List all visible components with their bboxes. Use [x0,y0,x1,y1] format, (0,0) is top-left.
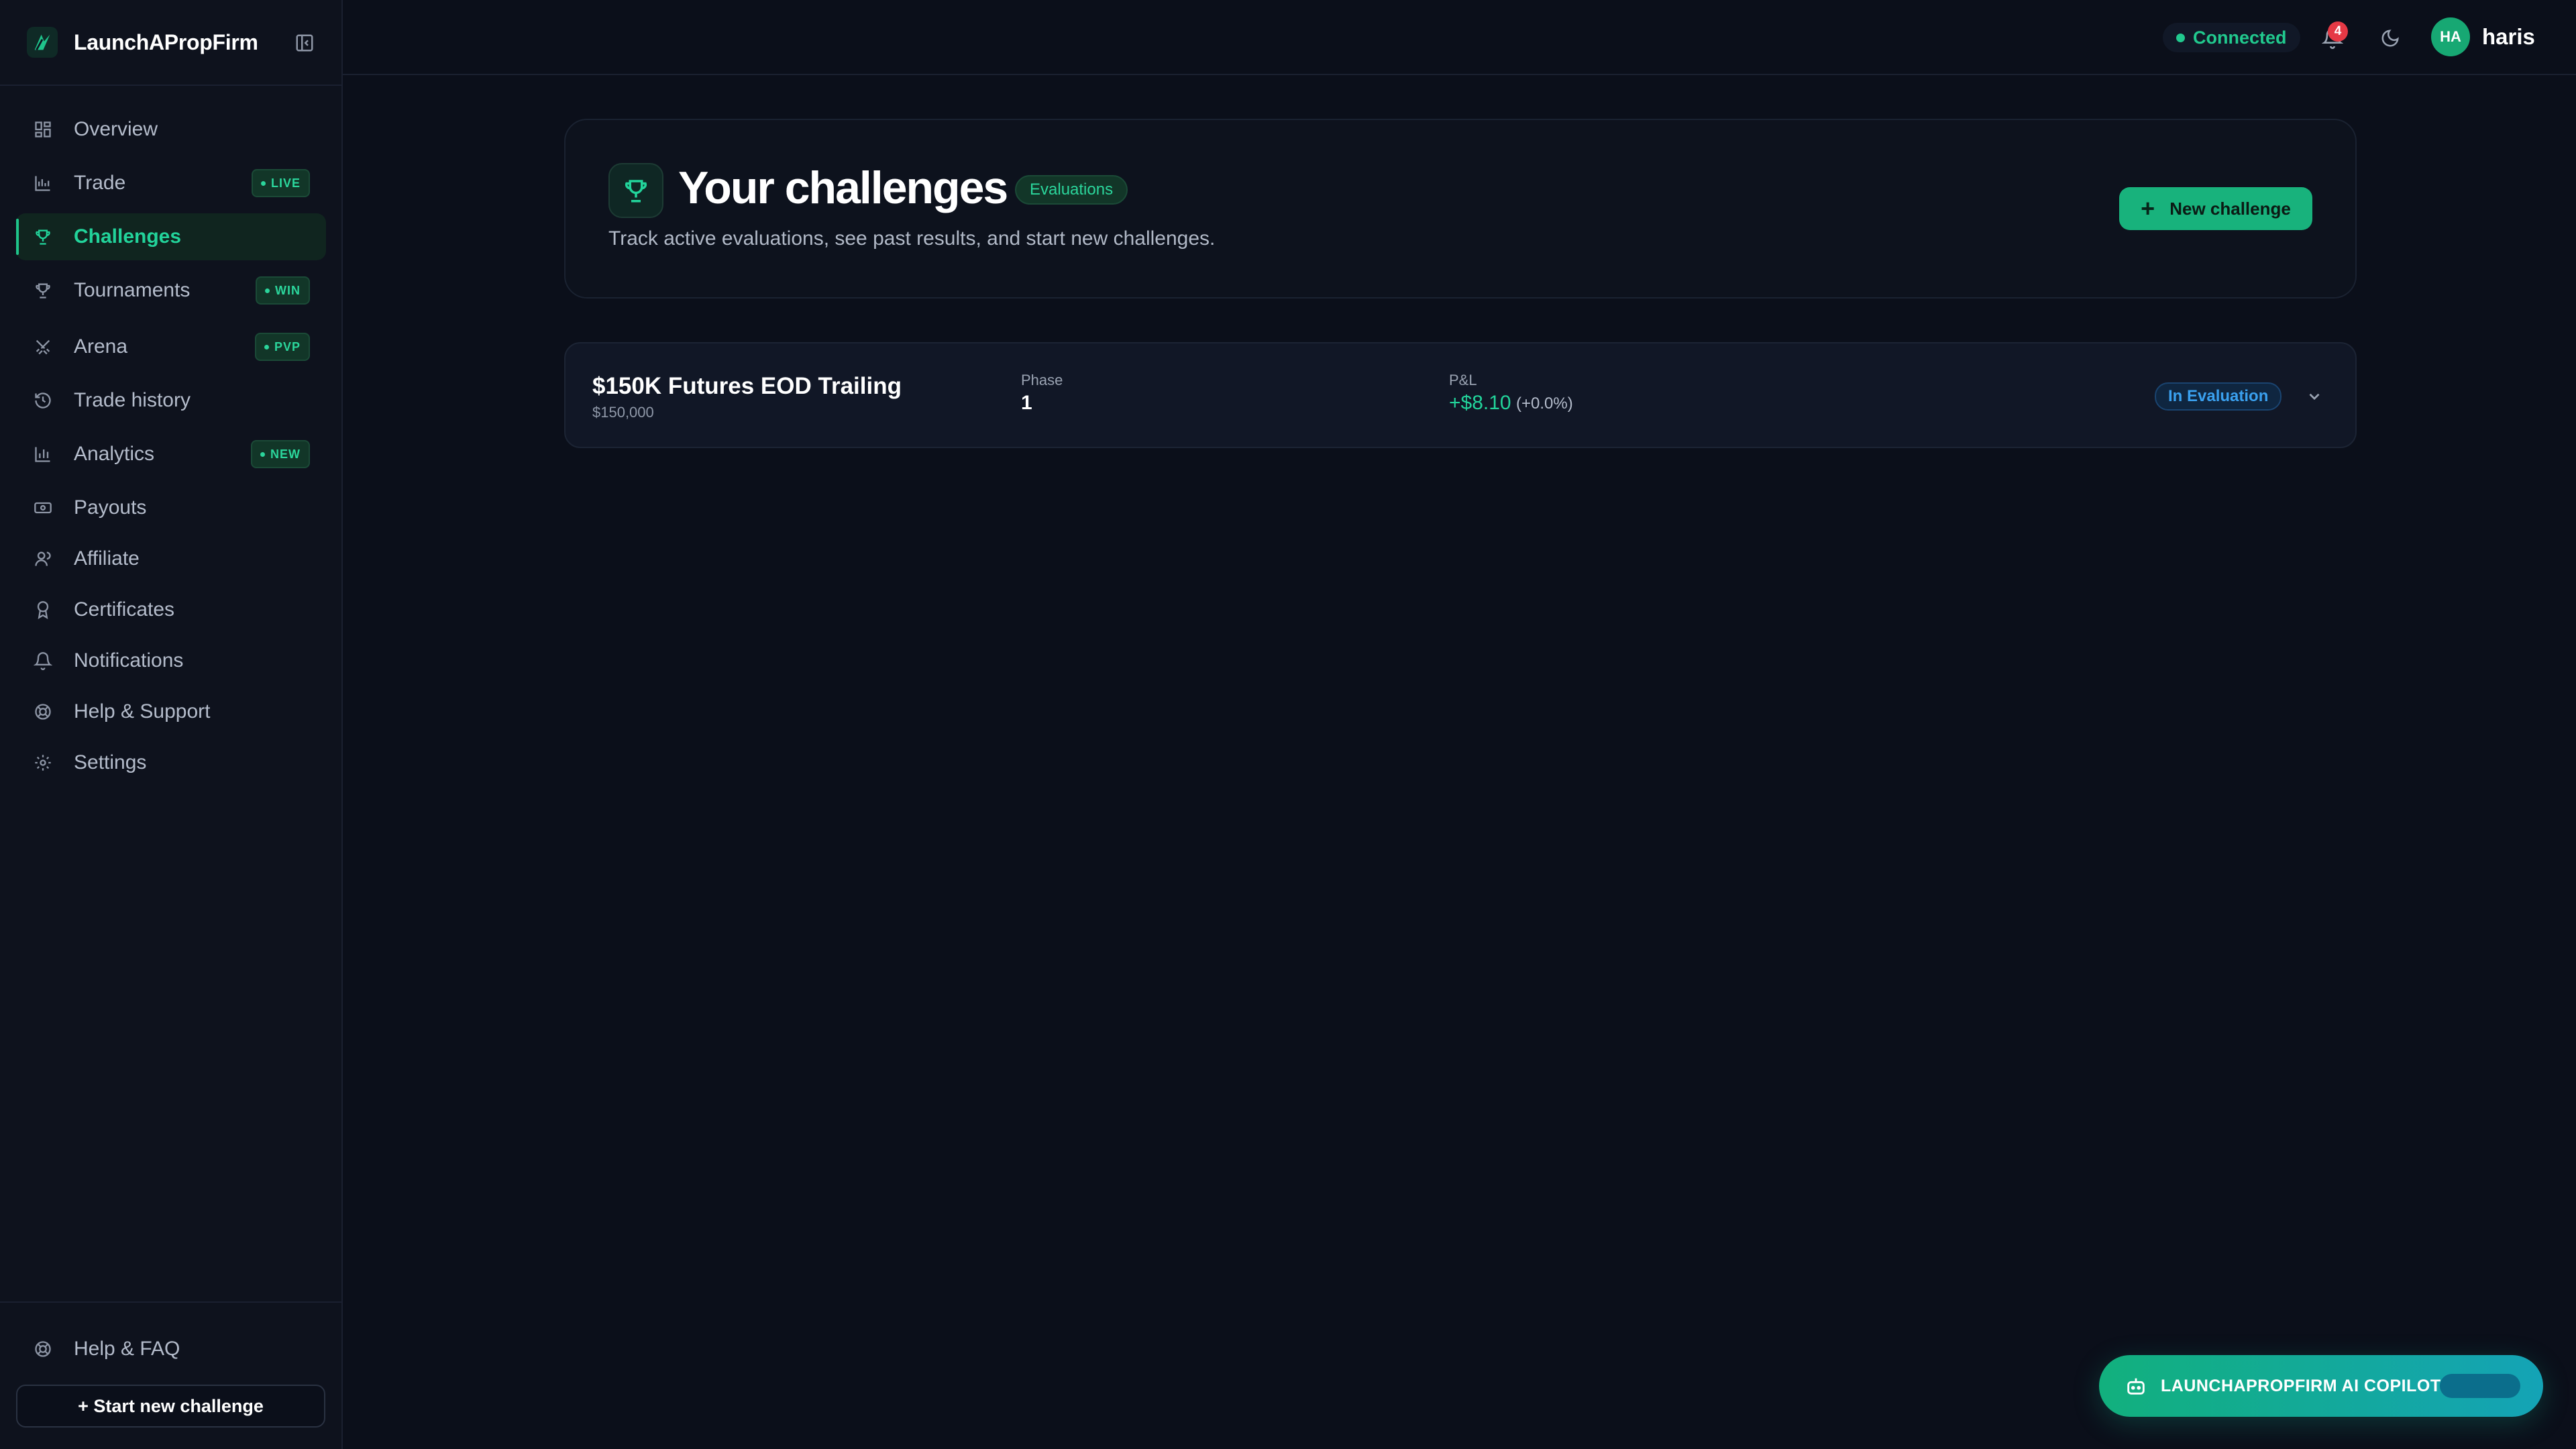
history-icon [32,390,54,411]
sidebar-item-trade[interactable]: Trade LIVE [16,160,326,207]
sidebar-item-label: Trade history [74,389,191,411]
bot-icon [2127,1378,2145,1395]
sidebar-item-help-support[interactable]: Help & Support [16,688,326,735]
evaluations-badge: Evaluations [1015,175,1128,205]
start-new-challenge-button[interactable]: + Start new challenge [16,1385,325,1428]
chart-icon [32,172,54,194]
ai-copilot-button[interactable]: LAUNCHAPROPFIRM AI COPILOT [2099,1355,2543,1417]
users-icon [32,548,54,570]
grid-icon [32,119,54,140]
sidebar-item-overview[interactable]: Overview [16,106,326,153]
live-badge: LIVE [251,169,310,197]
pnl-percent: (+0.0%) [1516,394,1573,413]
sidebar-item-label: Trade [74,172,126,194]
new-challenge-button[interactable]: + New challenge [2119,187,2312,230]
notification-count-badge: 4 [2328,21,2348,42]
sidebar: LaunchAPropFirm Overview Trade LIVE Chal… [0,0,343,1449]
sidebar-item-label: Challenges [74,225,182,248]
sidebar-item-payouts[interactable]: Payouts [16,484,326,531]
pvp-badge: PVP [254,333,310,361]
new-challenge-label: New challenge [2169,198,2291,219]
page-subtitle: Track active evaluations, see past resul… [608,227,1216,250]
sidebar-item-label: Settings [74,751,147,773]
sidebar-item-notifications[interactable]: Notifications [16,637,326,684]
banknote-icon [32,497,54,519]
bar-chart-icon [32,443,54,465]
sidebar-item-tournaments[interactable]: Tournaments WIN [16,267,326,314]
sidebar-item-analytics[interactable]: Analytics NEW [16,431,326,478]
sidebar-item-challenges[interactable]: Challenges [16,213,326,260]
ai-copilot-label: LAUNCHAPROPFIRM AI COPILOT [2161,1376,2441,1395]
swords-icon [32,336,54,358]
sidebar-footer [0,1301,341,1303]
chevron-down-icon[interactable] [2304,386,2324,407]
win-badge: WIN [256,276,310,305]
status-badge: In Evaluation [2155,382,2282,411]
lifebuoy-icon [32,701,54,722]
lifebuoy-icon [32,1338,54,1360]
avatar[interactable]: HA [2431,17,2470,56]
phase-label: Phase [1021,372,1063,388]
username[interactable]: haris [2482,24,2535,50]
copilot-toggle-pill[interactable] [2440,1374,2520,1398]
sidebar-item-certificates[interactable]: Certificates [16,586,326,633]
gear-icon [32,752,54,773]
sidebar-item-help-faq[interactable]: Help & FAQ [16,1326,326,1373]
sidebar-item-label: Payouts [74,496,147,519]
plus-icon: + [2141,195,2155,222]
sidebar-item-label: Help & FAQ [74,1338,180,1360]
sidebar-item-label: Overview [74,118,158,140]
sidebar-item-label: Help & Support [74,700,211,722]
sidebar-item-label: Arena [74,335,128,358]
trophy-icon [32,280,54,301]
sidebar-item-label: Notifications [74,649,184,672]
phase-value: 1 [1021,392,1032,414]
challenge-account-size: $150,000 [592,404,654,421]
award-icon [32,599,54,621]
sidebar-item-arena[interactable]: Arena PVP [16,323,326,370]
sidebar-item-label: Analytics [74,443,155,465]
trophy-icon [32,226,54,248]
connection-status-badge: Connected [2163,23,2300,52]
connection-status-label: Connected [2193,27,2287,48]
new-badge: NEW [251,440,310,468]
pnl-label: P&L [1449,372,1477,388]
pnl-value: +$8.10 [1449,392,1511,414]
bell-icon [32,650,54,672]
sidebar-item-label: Certificates [74,598,175,621]
sidebar-collapse-icon[interactable] [294,32,315,54]
sidebar-item-settings[interactable]: Settings [16,739,326,786]
status-dot-icon [2176,33,2185,42]
brand-name[interactable]: LaunchAPropFirm [74,30,258,55]
challenge-row[interactable]: $150K Futures EOD Trailing $150,000 Phas… [564,342,2357,448]
brand-header: LaunchAPropFirm [0,0,341,86]
sidebar-item-trade-history[interactable]: Trade history [16,377,326,424]
sidebar-item-label: Tournaments [74,279,191,301]
sidebar-nav: Overview Trade LIVE Challenges Tournamen… [16,106,326,786]
challenges-hero-card: Your challenges Evaluations Track active… [564,119,2357,299]
sidebar-item-label: Affiliate [74,547,140,570]
page-title: Your challenges [678,162,1008,213]
sidebar-item-affiliate[interactable]: Affiliate [16,535,326,582]
brand-logo-icon[interactable] [27,27,58,58]
theme-toggle-moon-icon[interactable] [2375,23,2406,54]
challenge-name: $150K Futures EOD Trailing [592,373,902,399]
trophy-icon [608,163,663,218]
